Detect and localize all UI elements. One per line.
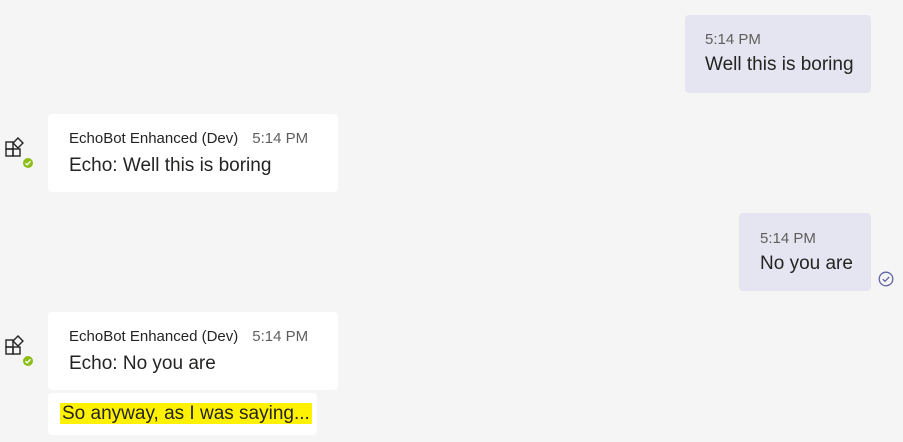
message-timestamp: 5:14 PM <box>760 230 816 247</box>
message-text: Echo: Well this is boring <box>69 155 272 176</box>
received-message-continuation[interactable]: So anyway, as I was saying... <box>48 393 317 435</box>
message-text: Echo: No you are <box>69 353 216 374</box>
sender-name: EchoBot Enhanced (Dev) <box>69 328 239 345</box>
bot-avatar[interactable] <box>4 136 35 170</box>
sent-message[interactable]: 5:14 PM No you are <box>739 213 871 291</box>
presence-available-icon <box>21 156 35 170</box>
message-text: No you are <box>760 253 853 274</box>
message-header: EchoBot Enhanced (Dev) 5:14 PM <box>69 328 317 346</box>
chat-thread: 5:14 PM Well this is boring EchoBot Enha… <box>0 0 903 442</box>
message-timestamp: 5:14 PM <box>252 130 309 147</box>
sender-name: EchoBot Enhanced (Dev) <box>69 130 239 147</box>
message-timestamp: 5:14 PM <box>252 328 309 345</box>
highlighted-message-text: So anyway, as I was saying... <box>60 403 312 424</box>
bot-avatar[interactable] <box>4 334 35 368</box>
received-message[interactable]: EchoBot Enhanced (Dev) 5:14 PM Echo: No … <box>48 312 338 390</box>
read-receipt-check-icon <box>878 271 894 287</box>
message-header: EchoBot Enhanced (Dev) 5:14 PM <box>69 130 317 148</box>
presence-available-icon <box>21 354 35 368</box>
message-text: Well this is boring <box>705 54 854 75</box>
received-message[interactable]: EchoBot Enhanced (Dev) 5:14 PM Echo: Wel… <box>48 114 338 192</box>
sent-message[interactable]: 5:14 PM Well this is boring <box>685 15 871 93</box>
message-timestamp: 5:14 PM <box>705 31 761 48</box>
